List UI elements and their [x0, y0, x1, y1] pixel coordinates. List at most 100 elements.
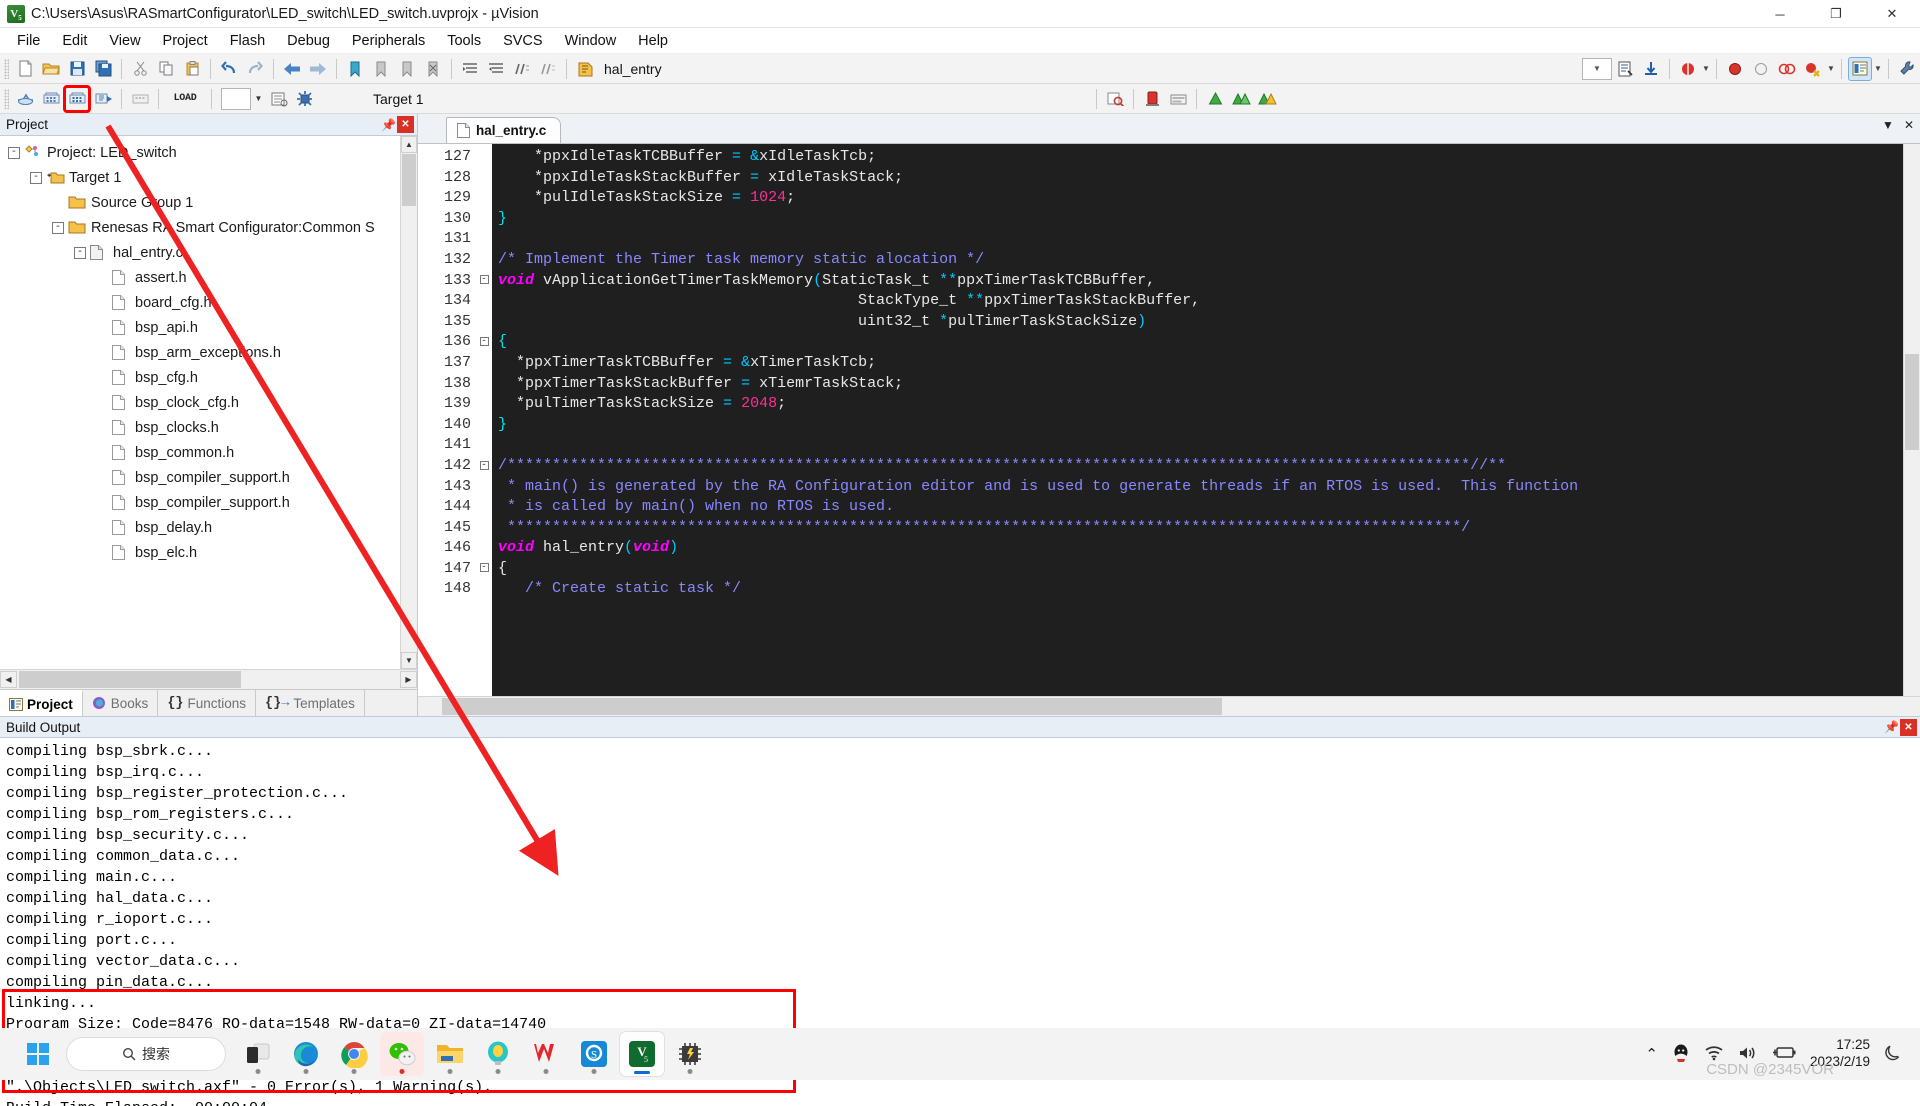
manage-run-time-environment-icon[interactable] — [293, 87, 317, 111]
editor-scrollbar-thumb[interactable] — [1905, 354, 1919, 450]
disable-all-breakpoints-icon[interactable] — [1775, 57, 1799, 81]
editor-vertical-scrollbar[interactable] — [1903, 144, 1920, 696]
tab-project[interactable]: Project — [0, 690, 83, 716]
insert-breakpoint-icon[interactable] — [1723, 57, 1747, 81]
source-browse-icon[interactable] — [1103, 87, 1127, 111]
target-dropdown-box[interactable] — [221, 87, 251, 110]
fold-toggle[interactable]: - — [476, 271, 492, 292]
tree-item[interactable]: bsp_common.h — [0, 440, 417, 465]
tree-item[interactable]: bsp_arm_exceptions.h — [0, 340, 417, 365]
code-folding-column[interactable]: - - - - — [476, 144, 492, 696]
tab-books[interactable]: Books — [83, 690, 159, 716]
taskbar-task-view[interactable] — [236, 1032, 280, 1076]
rebuild-all-target-files-button[interactable] — [63, 84, 91, 113]
comment-icon[interactable] — [510, 57, 534, 81]
batch-build-icon[interactable] — [91, 87, 115, 111]
project-tree[interactable]: - Project: LED_switch - Target 1 Source Grou… — [0, 136, 417, 669]
manage-components-icon[interactable] — [1166, 87, 1190, 111]
tree-item[interactable]: - Renesas RA Smart Configurator:Common S — [0, 215, 417, 240]
fold-toggle[interactable]: - — [476, 559, 492, 580]
navigate-forward-icon[interactable] — [306, 57, 330, 81]
project-window-dropdown-caret[interactable]: ▼ — [1873, 57, 1883, 81]
show-hidden-icons[interactable]: ⌃ — [1645, 1045, 1658, 1063]
smart-configurator-green-icon[interactable] — [1203, 87, 1227, 111]
tree-expander[interactable]: - — [30, 171, 42, 184]
code-line[interactable]: { — [492, 559, 1920, 580]
tree-item[interactable]: bsp_compiler_support.h — [0, 465, 417, 490]
menu-tools[interactable]: Tools — [436, 30, 492, 52]
tree-item[interactable]: bsp_clock_cfg.h — [0, 390, 417, 415]
tree-item[interactable]: assert.h — [0, 265, 417, 290]
code-line[interactable] — [492, 435, 1920, 456]
menu-help[interactable]: Help — [627, 30, 679, 52]
code-line[interactable]: *pulTimerTaskStackSize = 2048; — [492, 394, 1920, 415]
scrollbar-thumb[interactable] — [402, 154, 416, 206]
taskbar-wps-office[interactable] — [524, 1032, 568, 1076]
translate-file-icon[interactable] — [13, 87, 37, 111]
menu-view[interactable]: View — [98, 30, 151, 52]
taskbar-wechat[interactable] — [380, 1032, 424, 1076]
code-line[interactable]: *ppxTimerTaskTCBBuffer = &xTimerTaskTcb; — [492, 353, 1920, 374]
new-file-icon[interactable] — [13, 57, 37, 81]
start-button[interactable] — [16, 1034, 60, 1074]
target-selector[interactable]: ▼ — [217, 87, 369, 111]
tree-item[interactable]: board_cfg.h — [0, 290, 417, 315]
toolbar-grip[interactable] — [4, 58, 9, 79]
paste-icon[interactable] — [180, 57, 204, 81]
debug-dropdown-caret[interactable]: ▼ — [1701, 57, 1711, 81]
fold-toggle[interactable]: - — [476, 332, 492, 353]
code-line[interactable]: } — [492, 415, 1920, 436]
taskbar-stm32-tool[interactable] — [668, 1032, 712, 1076]
maximize-button[interactable]: ❐ — [1808, 0, 1864, 28]
do-not-disturb-moon-icon[interactable] — [1884, 1044, 1902, 1065]
target-options-icon[interactable] — [1613, 57, 1637, 81]
code-line[interactable]: { — [492, 332, 1920, 353]
taskbar-keil-uvision[interactable]: V5 — [620, 1032, 664, 1076]
menu-file[interactable]: File — [6, 30, 51, 52]
bookmark-clear-icon[interactable] — [421, 57, 445, 81]
tree-item[interactable]: Source Group 1 — [0, 190, 417, 215]
code-line[interactable]: ****************************************… — [492, 518, 1920, 539]
scroll-right-arrow[interactable]: ▶ — [400, 671, 417, 688]
scroll-up-arrow[interactable]: ▲ — [401, 136, 417, 153]
editor-hscrollbar-thumb[interactable] — [442, 698, 1222, 715]
download-to-flash-icon[interactable] — [1639, 57, 1663, 81]
tree-item[interactable]: - Target 1 — [0, 165, 417, 190]
tab-functions[interactable]: {} Functions — [158, 690, 257, 716]
code-line[interactable]: void hal_entry(void) — [492, 538, 1920, 559]
menu-window[interactable]: Window — [554, 30, 628, 52]
bookmark-prev-icon[interactable] — [369, 57, 393, 81]
code-line[interactable]: * main() is generated by the RA Configur… — [492, 477, 1920, 498]
taskbar-file-explorer[interactable] — [428, 1032, 472, 1076]
options-for-target-icon[interactable] — [1140, 87, 1164, 111]
save-all-icon[interactable] — [91, 57, 115, 81]
load-button[interactable]: LOAD — [165, 87, 205, 111]
configure-icon[interactable] — [1895, 57, 1919, 81]
file-combo-dropdown[interactable]: ▼ — [1582, 57, 1612, 80]
menu-edit[interactable]: Edit — [51, 30, 98, 52]
taskbar-360-security[interactable]: S — [572, 1032, 616, 1076]
tree-item[interactable]: bsp_elc.h — [0, 540, 417, 565]
smart-configurator-dual-icon[interactable] — [1229, 87, 1253, 111]
scroll-left-arrow[interactable]: ◀ — [0, 671, 17, 688]
editor-hscroll-track[interactable] — [418, 698, 1920, 715]
qq-icon[interactable] — [1672, 1043, 1690, 1066]
project-tree-horizontal-scrollbar[interactable]: ◀ ▶ — [0, 669, 417, 689]
code-line[interactable]: /* Implement the Timer task memory stati… — [492, 250, 1920, 271]
menu-flash[interactable]: Flash — [219, 30, 276, 52]
code-line[interactable]: *ppxTimerTaskStackBuffer = xTiemrTaskSta… — [492, 374, 1920, 395]
code-line[interactable]: StackType_t **ppxTimerTaskStackBuffer, — [492, 291, 1920, 312]
editor-tab-hal-entry[interactable]: hal_entry.c — [446, 117, 562, 143]
taskbar-google-chrome[interactable] — [332, 1032, 376, 1076]
stop-build-icon[interactable] — [128, 87, 152, 111]
close-icon[interactable]: ✕ — [397, 116, 414, 133]
bookmark-next-icon[interactable] — [395, 57, 419, 81]
tree-expander[interactable]: - — [8, 146, 20, 159]
scroll-down-arrow[interactable]: ▼ — [401, 652, 417, 669]
outdent-icon[interactable] — [484, 57, 508, 81]
close-icon[interactable]: ✕ — [1900, 718, 1917, 736]
tree-expander[interactable]: - — [52, 221, 64, 234]
breakpoints-dropdown-caret[interactable]: ▼ — [1826, 57, 1836, 81]
menu-peripherals[interactable]: Peripherals — [341, 30, 436, 52]
redo-icon[interactable] — [243, 57, 267, 81]
